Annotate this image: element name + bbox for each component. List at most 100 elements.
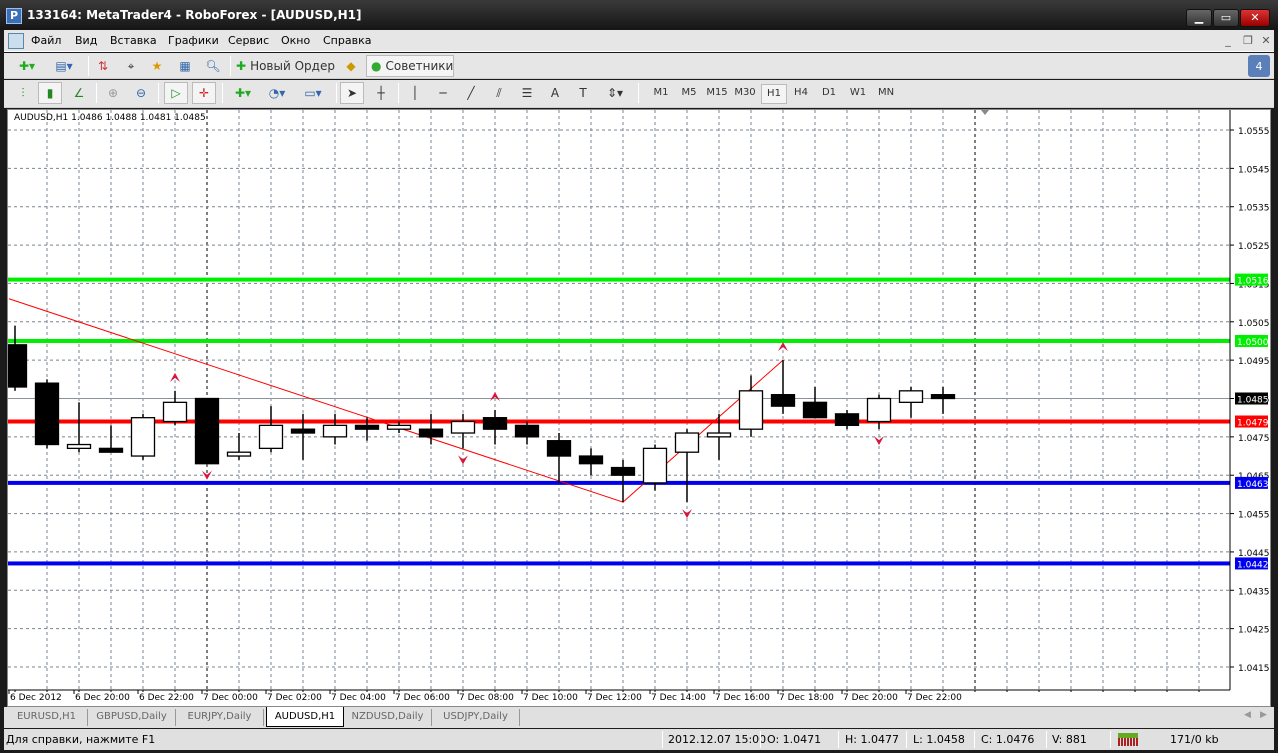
candle-bear	[194, 397, 220, 465]
price-label-text: 1.0479	[1237, 419, 1269, 429]
tab-usdjpy[interactable]: USDJPY,Daily	[432, 709, 520, 726]
price-tick-label: 1.0525	[1238, 242, 1270, 252]
tab-eurusd[interactable]: EURUSD,H1	[6, 709, 88, 726]
menu-insert[interactable]: Вставка	[110, 34, 157, 47]
chart-shift-icon[interactable]: ✛	[192, 82, 216, 104]
new-order-button[interactable]: ✚ Новый Ордер	[236, 55, 338, 77]
status-close: C: 1.0476	[981, 733, 1035, 746]
tf-m30[interactable]: M30	[732, 84, 758, 104]
maximize-button[interactable]: ▭	[1213, 9, 1239, 27]
tab-audusd[interactable]: AUDUSD,H1	[266, 707, 344, 727]
vertical-line-icon[interactable]: │	[404, 82, 426, 104]
templates-icon[interactable]: ▭▾	[298, 82, 328, 104]
price-tick-label: 1.0555	[1238, 127, 1270, 137]
zoom-in-icon[interactable]: ⊕	[102, 82, 124, 104]
menu-view[interactable]: Вид	[75, 34, 97, 47]
candle-bear	[610, 466, 636, 476]
experts-button[interactable]: ● Советники	[366, 55, 454, 77]
fractal-up-arrow	[778, 342, 788, 352]
strategy-tester-icon[interactable]: 🔍︎	[202, 55, 224, 77]
candle-bull	[130, 417, 156, 457]
menu-tools[interactable]: Сервис	[228, 34, 269, 47]
status-volume: V: 881	[1052, 733, 1087, 746]
menu-window[interactable]: Окно	[281, 34, 310, 47]
alert-icon[interactable]: ◆	[340, 55, 362, 77]
tf-m1[interactable]: M1	[648, 84, 674, 104]
connection-status-icon	[1118, 733, 1138, 746]
title-bar: P 133164: MetaTrader4 - RoboForex - [AUD…	[0, 0, 1278, 30]
autoscroll-icon[interactable]: ▷	[164, 82, 188, 104]
status-traffic: 171/0 kb	[1170, 733, 1219, 746]
candle-bull	[226, 451, 252, 457]
tabs-scroll-right-icon[interactable]: ▶	[1260, 710, 1267, 720]
candlestick-icon[interactable]: ▮	[38, 82, 62, 104]
menu-charts[interactable]: Графики	[168, 34, 219, 47]
chart-window-icon[interactable]	[8, 33, 24, 49]
price-label-text: 1.0500	[1237, 338, 1269, 348]
time-tick-label: 7 Dec 18:00	[779, 693, 834, 703]
terminal-icon[interactable]: ▦	[174, 55, 196, 77]
cursor-icon[interactable]: ➤	[340, 82, 364, 104]
candle-bear	[834, 413, 860, 426]
periods-icon[interactable]: ◔▾	[262, 82, 292, 104]
trendline-icon[interactable]: ╱	[460, 82, 482, 104]
notifications-button[interactable]: 4	[1248, 55, 1270, 77]
price-chart[interactable]: 1.05551.05451.05351.05251.05151.05051.04…	[8, 110, 1272, 708]
minimize-button[interactable]: ▁	[1186, 9, 1212, 27]
chart-window[interactable]: 1.05551.05451.05351.05251.05151.05051.04…	[7, 109, 1271, 707]
price-tick-label: 1.0435	[1238, 587, 1270, 597]
fractal-down-arrow	[682, 509, 692, 519]
tabs-scroll-left-icon[interactable]: ◀	[1244, 710, 1251, 720]
tf-m5[interactable]: M5	[676, 84, 702, 104]
price-tick-label: 1.0475	[1238, 434, 1270, 444]
tf-h1[interactable]: H1	[761, 84, 787, 104]
horizontal-line-icon[interactable]: ─	[432, 82, 454, 104]
indicators-icon[interactable]: ✚▾	[228, 82, 258, 104]
window-title: 133164: MetaTrader4 - RoboForex - [AUDUS…	[27, 8, 362, 22]
time-tick-label: 7 Dec 08:00	[459, 693, 514, 703]
time-tick-label: 7 Dec 00:00	[203, 693, 258, 703]
tf-d1[interactable]: D1	[816, 84, 842, 104]
arrows-icon[interactable]: ⇕▾	[600, 82, 630, 104]
favorites-icon[interactable]: ★	[146, 55, 168, 77]
candle-bull	[898, 390, 924, 403]
candle-bull	[674, 432, 700, 453]
equidistant-channel-icon[interactable]: ⫽	[488, 82, 510, 104]
standard-toolbar: ✚▾ ▤▾ ⇅ ⌖ ★ ▦ 🔍︎ ✚ Новый Ордер ◆ ● Советни…	[4, 53, 1274, 79]
tf-mn[interactable]: MN	[873, 84, 899, 104]
fibonacci-icon[interactable]: ☰	[516, 82, 538, 104]
navigator-icon[interactable]: ⌖	[120, 55, 142, 77]
mdi-close-icon[interactable]: ✕	[1258, 33, 1274, 49]
text-label-icon[interactable]: T	[572, 82, 594, 104]
market-watch-icon[interactable]: ⇅	[92, 55, 114, 77]
text-icon[interactable]: A	[544, 82, 566, 104]
profiles-icon[interactable]: ▤▾	[48, 55, 80, 77]
horizontal-level-line	[8, 338, 1230, 343]
price-tick-label: 1.0445	[1238, 549, 1270, 559]
time-tick-label: 7 Dec 10:00	[523, 693, 578, 703]
crosshair-icon[interactable]: ┼	[370, 82, 392, 104]
candle-bear	[8, 344, 28, 388]
time-tick-label: 6 Dec 20:00	[75, 693, 130, 703]
menu-help[interactable]: Справка	[323, 34, 371, 47]
menu-file[interactable]: Файл	[31, 34, 61, 47]
tf-h4[interactable]: H4	[788, 84, 814, 104]
tab-eurjpy[interactable]: EURJPY,Daily	[176, 709, 264, 726]
new-chart-icon[interactable]: ✚▾	[10, 55, 44, 77]
zoom-out-icon[interactable]: ⊖	[130, 82, 152, 104]
tab-nzdusd[interactable]: NZDUSD,Daily	[344, 709, 432, 726]
candle-bear	[482, 417, 508, 430]
time-tick-label: 7 Dec 06:00	[395, 693, 450, 703]
mdi-minimize-icon[interactable]: _	[1220, 33, 1236, 49]
price-tick-label: 1.0425	[1238, 626, 1270, 636]
close-button[interactable]: ✕	[1240, 9, 1270, 27]
app-logo-icon: P	[6, 8, 22, 24]
candle-bear	[802, 401, 828, 419]
tf-m15[interactable]: M15	[704, 84, 730, 104]
mdi-restore-icon[interactable]: ❐	[1240, 33, 1256, 49]
tf-w1[interactable]: W1	[845, 84, 871, 104]
time-tick-label: 7 Dec 22:00	[907, 693, 962, 703]
line-chart-icon[interactable]: ∠	[68, 82, 90, 104]
bar-chart-icon[interactable]: ⫶	[12, 82, 34, 104]
tab-gbpusd[interactable]: GBPUSD,Daily	[88, 709, 176, 726]
